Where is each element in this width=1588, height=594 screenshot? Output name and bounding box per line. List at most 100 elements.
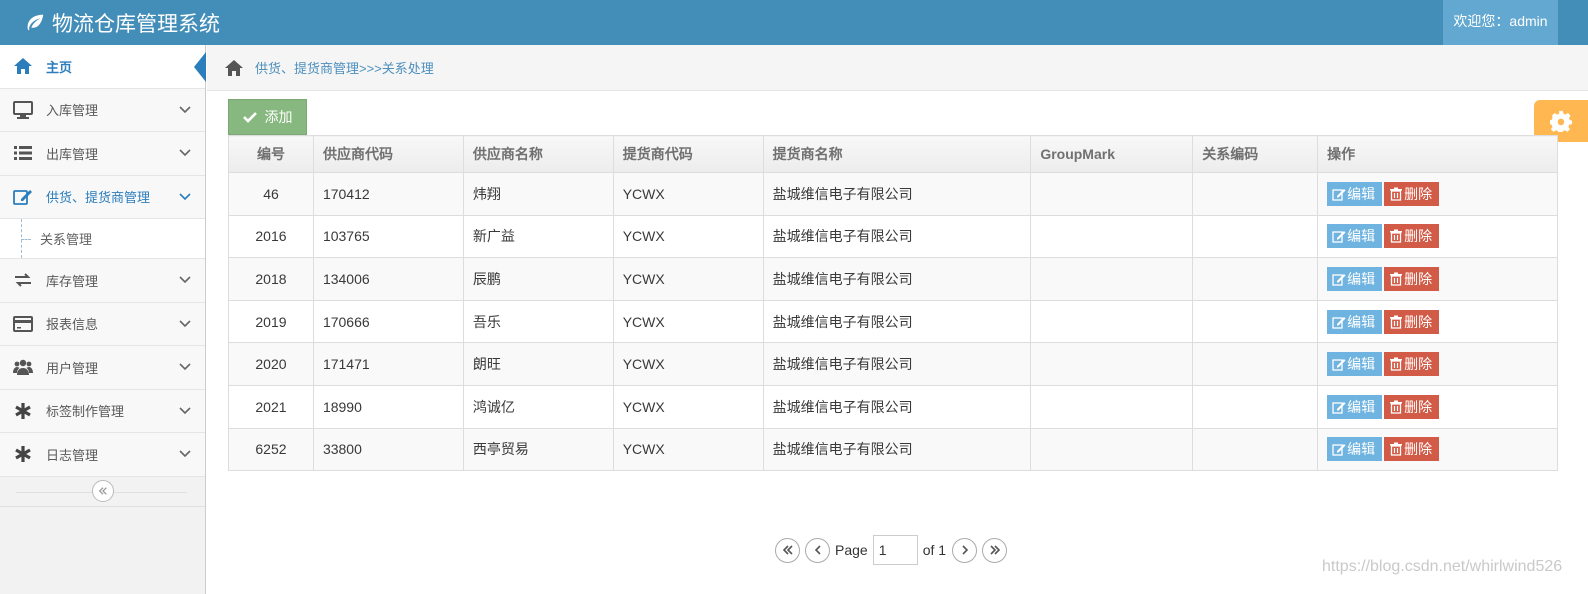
- edit-button[interactable]: 编辑: [1327, 437, 1383, 462]
- sidebar-collapse-button[interactable]: [91, 480, 114, 502]
- chevron-left-icon: [814, 545, 821, 555]
- pencil-square-icon: [1332, 359, 1346, 371]
- table-row[interactable]: 2016 103765 新广益 YCWX 盐城维信电子有限公司 编辑 删除: [228, 214, 1558, 259]
- edit-button[interactable]: 编辑: [1327, 352, 1383, 377]
- table-actions-cell: 编辑 删除: [1317, 427, 1558, 472]
- sidebar-item-inbound[interactable]: 入库管理: [0, 88, 205, 132]
- table-cell: 18990: [312, 384, 464, 429]
- table-row[interactable]: 2018 134006 辰鹏 YCWX 盐城维信电子有限公司 编辑 删除: [228, 257, 1558, 301]
- column-header[interactable]: 提货商代码: [612, 135, 764, 173]
- pencil-square-icon: [1332, 273, 1346, 286]
- table-cell: 盐城维信电子有限公司: [762, 257, 1032, 301]
- add-button[interactable]: 添加: [228, 99, 307, 135]
- table-actions-cell: 编辑 删除: [1317, 172, 1558, 216]
- column-header[interactable]: GroupMark: [1030, 135, 1194, 173]
- edit-button[interactable]: 编辑: [1327, 309, 1383, 334]
- table-cell: YCWX: [612, 342, 764, 386]
- table-cell: 6252: [228, 427, 314, 472]
- sidebar-item-labels[interactable]: 标签制作管理: [0, 389, 205, 433]
- delete-button[interactable]: 删除: [1384, 309, 1440, 334]
- asterisk-icon: [15, 402, 31, 419]
- column-header[interactable]: 供应商代码: [312, 135, 464, 173]
- prev-page-button[interactable]: [805, 537, 830, 563]
- delete-button[interactable]: 删除: [1384, 352, 1440, 377]
- table-cell: [1192, 257, 1319, 301]
- users-icon: [13, 360, 33, 376]
- table-cell: [1192, 172, 1319, 216]
- sidebar-item-suppliers[interactable]: 供货、提货商管理: [0, 175, 205, 219]
- edit-button[interactable]: 编辑: [1327, 181, 1383, 206]
- watermark: https://blog.csdn.net/whirlwind526: [1322, 558, 1563, 575]
- top-navbar: 物流仓库管理系统 欢迎您：admin: [0, 0, 1588, 45]
- trash-icon: [1390, 315, 1403, 329]
- table-cell: 2019: [228, 299, 314, 344]
- table-cell: [1030, 427, 1194, 472]
- trash-icon: [1390, 400, 1403, 414]
- delete-button-label: 删除: [1404, 270, 1433, 287]
- first-page-button[interactable]: [775, 537, 800, 563]
- pencil-square-icon: [1332, 188, 1346, 201]
- chevron-down-icon: [179, 149, 191, 157]
- breadcrumb-text[interactable]: 供货、提货商管理>>>关系处理: [255, 58, 434, 77]
- column-header[interactable]: 供应商名称: [462, 135, 614, 173]
- page-number-input[interactable]: [872, 535, 918, 565]
- column-header[interactable]: 编号: [228, 135, 314, 173]
- sidebar-item-reports[interactable]: 报表信息: [0, 302, 205, 346]
- sidebar-item-inventory[interactable]: 库存管理: [0, 259, 205, 303]
- sidebar-item-home[interactable]: 主页: [0, 45, 206, 89]
- last-page-button[interactable]: [982, 537, 1008, 563]
- edit-button[interactable]: 编辑: [1327, 224, 1383, 249]
- sidebar-subitem-relations[interactable]: 关系管理: [0, 219, 205, 259]
- table-row[interactable]: 2021 18990 鸿诚亿 YCWX 盐城维信电子有限公司 编辑 删除: [228, 384, 1558, 429]
- table-actions-cell: 编辑 删除: [1317, 299, 1558, 344]
- column-header[interactable]: 提货商名称: [762, 135, 1032, 173]
- sidebar-item-users[interactable]: 用户管理: [0, 346, 205, 390]
- chevron-down-icon: [179, 276, 191, 284]
- leaf-icon: [27, 14, 44, 31]
- edit-button[interactable]: 编辑: [1327, 266, 1383, 291]
- column-header[interactable]: 关系编码: [1192, 135, 1319, 173]
- chevron-down-icon: [179, 193, 191, 200]
- delete-button[interactable]: 删除: [1384, 437, 1440, 462]
- delete-button[interactable]: 删除: [1384, 266, 1440, 291]
- table-cell: 2020: [228, 342, 314, 386]
- table-row[interactable]: 6252 33800 西亭贸易 YCWX 盐城维信电子有限公司 编辑 删除: [228, 427, 1558, 472]
- pencil-square-icon: [1332, 401, 1346, 414]
- table-actions-cell: 编辑 删除: [1317, 384, 1558, 429]
- table-row[interactable]: 46 170412 炜翔 YCWX 盐城维信电子有限公司 编辑 删除: [228, 172, 1558, 216]
- table-cell: [1192, 299, 1319, 344]
- edit-icon: [13, 189, 32, 205]
- chevron-right-icon: [961, 545, 968, 555]
- table-cell: 170412: [312, 172, 464, 216]
- delete-button-label: 删除: [1404, 441, 1433, 458]
- table-actions-cell: 编辑 删除: [1317, 257, 1558, 301]
- user-menu[interactable]: 欢迎您：admin: [1443, 0, 1558, 45]
- table-row[interactable]: 2019 170666 吾乐 YCWX 盐城维信电子有限公司 编辑 删除: [228, 299, 1558, 344]
- delete-button[interactable]: 删除: [1384, 394, 1440, 419]
- sidebar-item-outbound[interactable]: 出库管理: [0, 132, 205, 176]
- relations-table: 编号 供应商代码 供应商名称 提货商代码 提货商名称 GroupMark 关系编…: [228, 135, 1558, 472]
- table-cell: 吾乐: [462, 299, 614, 344]
- trash-icon: [1390, 187, 1403, 201]
- table-cell: 盐城维信电子有限公司: [762, 214, 1032, 259]
- table-cell: 2018: [228, 257, 314, 301]
- table-cell: 134006: [312, 257, 464, 301]
- asterisk-icon: [15, 446, 31, 463]
- sidebar-item-logs[interactable]: 日志管理: [0, 433, 205, 477]
- pencil-square-icon: [1332, 231, 1346, 244]
- trash-icon: [1390, 272, 1403, 286]
- pager: Page of 1: [775, 535, 1012, 565]
- table-cell: 171471: [312, 342, 464, 386]
- edit-button[interactable]: 编辑: [1327, 394, 1383, 419]
- delete-button[interactable]: 删除: [1384, 181, 1440, 206]
- table-row[interactable]: 2020 171471 朗旺 YCWX 盐城维信电子有限公司 编辑 删除: [228, 342, 1558, 386]
- edit-button-label: 编辑: [1347, 441, 1376, 458]
- sidebar-item-label: 供货、提货商管理: [46, 190, 151, 206]
- sidebar: 主页 入库管理 出库管理 供货、提货商管理 关系管理 库存管理 报表信息 用户管…: [0, 45, 206, 594]
- delete-button[interactable]: 删除: [1384, 224, 1440, 249]
- pencil-square-icon: [1332, 316, 1346, 329]
- table-cell: 炜翔: [462, 172, 614, 216]
- app-brand[interactable]: 物流仓库管理系统: [24, 8, 220, 38]
- next-page-button[interactable]: [952, 537, 978, 563]
- home-icon[interactable]: [224, 59, 244, 77]
